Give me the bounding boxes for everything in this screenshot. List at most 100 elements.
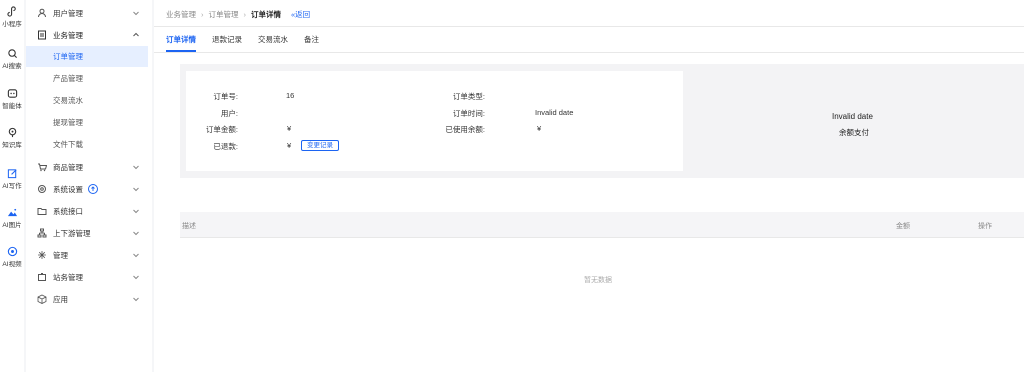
rail-item-ai-video[interactable]: AI视频 — [0, 246, 24, 269]
refunded-label: 已退款: — [213, 142, 238, 151]
order-info-card: 订单号: 16 用户: 订单金额: ¥ 已退款: ¥ 订单类型: 订单时间: I… — [186, 71, 683, 171]
folder-icon — [37, 206, 47, 216]
sidebar-item-label: 管理 — [53, 250, 68, 260]
sidebar-item-label: 商品管理 — [53, 162, 83, 172]
sidebar-item-upstream-mgmt[interactable]: 上下游管理 — [26, 222, 150, 244]
chevron-down-icon — [132, 9, 140, 17]
sidebar-subitem-product-mgmt[interactable]: 产品管理 — [26, 68, 148, 89]
agent-icon — [0, 88, 24, 102]
rail-label: 知识库 — [2, 142, 22, 149]
back-link[interactable]: «返回 — [291, 9, 310, 20]
sidebar-item-label: 用户管理 — [53, 8, 83, 18]
user-label: 用户: — [220, 109, 238, 118]
rail-item-ai-image[interactable]: AI图片 — [0, 207, 24, 230]
table-header: 描述 金额 操作 — [180, 212, 1024, 238]
sidebar-item-label: 系统设置 — [53, 184, 83, 194]
amount-label: 订单金额: — [205, 125, 238, 134]
change-records-button[interactable]: 变更记录 — [301, 140, 339, 151]
rail-item-ai-search[interactable]: AI搜索 — [0, 48, 24, 71]
sidebar-item-label: 系统接口 — [53, 206, 83, 216]
upgrade-badge-icon — [88, 184, 98, 194]
tab-order-detail[interactable]: 订单详情 — [166, 28, 196, 52]
sidebar-subitem-order-mgmt[interactable]: 订单管理 — [26, 46, 148, 67]
divider — [154, 52, 1024, 53]
divider — [154, 26, 1024, 27]
column-header-ops: 操作 — [978, 223, 992, 230]
sidebar-item-user-mgmt[interactable]: 用户管理 — [26, 2, 150, 24]
sidebar-subitem-withdraw-mgmt[interactable]: 提现管理 — [26, 112, 148, 133]
rail-label: 小程序 — [2, 21, 22, 28]
sidebar-item-manage[interactable]: 管理 — [26, 244, 150, 266]
breadcrumb-separator: › — [201, 9, 204, 19]
rail-item-mini-program[interactable]: 小程序 — [0, 6, 24, 29]
column-header-desc: 描述 — [182, 223, 196, 230]
rail-label: AI搜索 — [2, 63, 22, 70]
rail-item-knowledge[interactable]: 知识库 — [0, 127, 24, 150]
rail-item-agent[interactable]: 智能体 — [0, 88, 24, 111]
rail-item-ai-writing[interactable]: AI写作 — [0, 168, 24, 191]
sidebar-item-system-settings[interactable]: 系统设置 — [26, 178, 150, 200]
app-rail: 小程序 AI搜索 智能体 知识库 AI写作 AI图片 AI视频 — [0, 0, 24, 372]
ai-video-icon — [0, 246, 24, 260]
order-time-label: 订单时间: — [452, 109, 485, 118]
rail-label: AI视频 — [2, 261, 22, 268]
gear-icon — [37, 184, 47, 194]
chevron-down-icon — [132, 273, 140, 281]
order-time-value: Invalid date — [535, 108, 574, 117]
sidebar-item-apps[interactable]: 应用 — [26, 288, 150, 310]
user-icon — [37, 8, 47, 18]
amount-value: ¥ — [287, 124, 292, 133]
column-header-amount: 金额 — [896, 223, 910, 230]
sidebar-item-business-mgmt[interactable]: 业务管理 — [26, 24, 150, 46]
cube-icon — [37, 294, 47, 304]
sidebar-item-site-mgmt[interactable]: 站务管理 — [26, 266, 150, 288]
chevron-down-icon — [132, 185, 140, 193]
mini-program-icon — [0, 6, 24, 20]
sidebar-item-system-api[interactable]: 系统接口 — [26, 200, 150, 222]
chevron-down-icon — [132, 163, 140, 171]
cart-icon — [37, 162, 47, 172]
sidebar-item-goods-mgmt[interactable]: 商品管理 — [26, 156, 150, 178]
breadcrumb-order-mgmt[interactable]: 订单管理 — [209, 9, 239, 20]
chevron-down-icon — [132, 251, 140, 259]
sidebar-subitem-file-download[interactable]: 文件下载 — [26, 134, 148, 155]
ai-search-icon — [0, 48, 24, 62]
tab-refund-records[interactable]: 退款记录 — [212, 28, 242, 52]
pay-type-value: 余额支付 — [839, 128, 869, 137]
sidebar-nav: 用户管理 业务管理 订单管理 产品管理 交易流水 提现管理 文件下载 商品管理 … — [26, 0, 152, 372]
chevron-up-icon — [132, 31, 140, 39]
order-no-label: 订单号: — [213, 92, 238, 101]
order-type-label: 订单类型: — [452, 92, 485, 101]
breadcrumb-separator: › — [243, 9, 247, 19]
tab-remarks[interactable]: 备注 — [304, 28, 319, 52]
sidebar-item-label: 业务管理 — [53, 30, 83, 40]
sidebar-subitem-transactions[interactable]: 交易流水 — [26, 90, 148, 111]
document-icon — [37, 30, 47, 40]
hierarchy-icon — [37, 228, 47, 238]
main-content: 业务管理 › 订单管理 › 订单详情 «返回 订单详情 退款记录 交易流水 备注… — [154, 0, 1024, 372]
ai-image-icon — [0, 207, 24, 221]
tab-bar: 订单详情 退款记录 交易流水 备注 — [166, 28, 335, 52]
ai-writing-icon — [0, 168, 24, 182]
refunded-value: ¥ — [287, 141, 292, 150]
app-root: 小程序 AI搜索 智能体 知识库 AI写作 AI图片 AI视频 用户管理 业务管… — [0, 0, 1024, 372]
puzzle-icon — [37, 272, 47, 282]
chevron-down-icon — [132, 229, 140, 237]
breadcrumb-current: 订单详情 — [251, 9, 281, 19]
order-no-value: 16 — [286, 91, 295, 100]
right-date-value: Invalid date — [832, 112, 873, 121]
knowledge-base-icon — [0, 127, 24, 141]
balance-used-label: 已使用余额: — [445, 125, 485, 134]
rail-label: AI图片 — [2, 222, 22, 229]
chevron-down-icon — [132, 295, 140, 303]
sidebar-item-label: 上下游管理 — [53, 228, 91, 238]
rail-label: AI写作 — [2, 183, 22, 190]
tab-transactions[interactable]: 交易流水 — [258, 28, 288, 52]
breadcrumb: 业务管理 › 订单管理 › 订单详情 «返回 — [166, 8, 310, 20]
breadcrumb-business-mgmt[interactable]: 业务管理 — [166, 9, 196, 20]
balance-used-value: ¥ — [537, 124, 542, 133]
chevron-down-icon — [132, 207, 140, 215]
rail-label: 智能体 — [2, 103, 22, 110]
order-info-panel: 订单号: 16 用户: 订单金额: ¥ 已退款: ¥ 订单类型: 订单时间: I… — [180, 64, 1024, 178]
sidebar-item-label: 站务管理 — [53, 272, 83, 282]
